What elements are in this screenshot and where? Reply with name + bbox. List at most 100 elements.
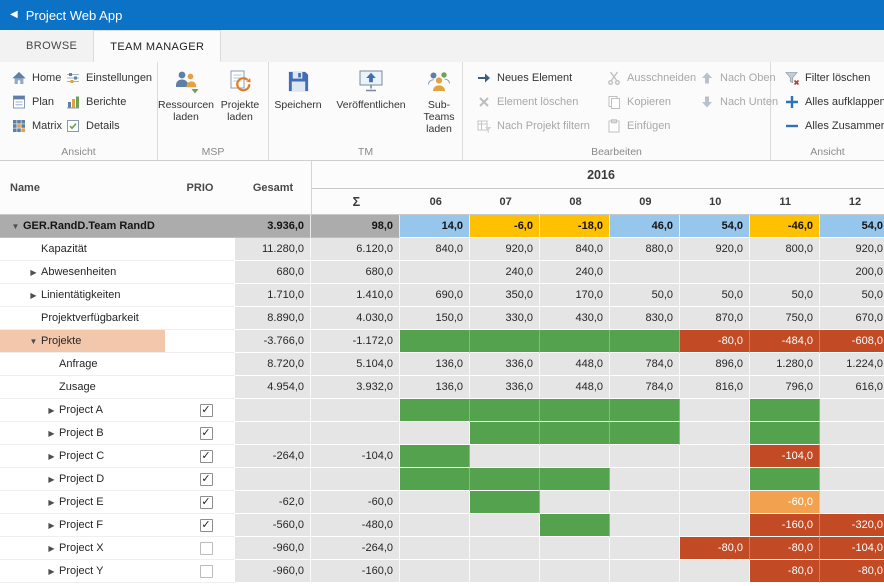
copy-button[interactable]: Kopieren [603,91,674,113]
sum-cell[interactable] [311,422,400,445]
gesamt-cell[interactable]: -3.766,0 [235,330,311,353]
row-name-cell[interactable]: ▶ Project B [0,422,165,445]
month-cell[interactable]: 50,0 [750,284,820,307]
new-item-button[interactable]: Neues Element [473,67,575,89]
month-cell[interactable]: 800,0 [750,238,820,261]
tab-team-manager[interactable]: TEAM MANAGER [93,30,222,62]
month-cell[interactable] [470,560,540,583]
reports-button[interactable]: Berichte [62,91,129,113]
month-cell[interactable] [750,399,820,422]
sum-cell[interactable] [311,468,400,491]
month-cell[interactable]: -80,0 [680,330,750,353]
month-cell[interactable]: -80,0 [820,560,884,583]
month-cell[interactable]: 350,0 [470,284,540,307]
move-up-button[interactable]: Nach Oben [696,67,779,89]
sum-cell[interactable]: -1.172,0 [311,330,400,353]
month-cell[interactable]: -18,0 [540,215,610,238]
gesamt-cell[interactable]: -960,0 [235,537,311,560]
month-cell[interactable]: 240,0 [470,261,540,284]
month-cell[interactable] [540,330,610,353]
expand-arrow-icon[interactable]: ▶ [44,498,59,507]
month-cell[interactable]: 136,0 [400,376,470,399]
sum-cell[interactable]: 6.120,0 [311,238,400,261]
row-name-cell[interactable]: ▶ Abwesenheiten [0,261,165,284]
month-cell[interactable]: 46,0 [610,215,680,238]
tab-browse[interactable]: BROWSE [10,30,93,62]
plan-button[interactable]: Plan [8,91,57,113]
month-cell[interactable] [470,399,540,422]
expand-arrow-icon[interactable]: ▶ [44,406,59,415]
month-cell[interactable]: 670,0 [820,307,884,330]
month-cell[interactable]: -104,0 [750,445,820,468]
gesamt-cell[interactable]: -560,0 [235,514,311,537]
details-button[interactable]: Details [62,115,123,137]
expand-arrow-icon[interactable]: ▶ [44,429,59,438]
month-cell[interactable] [470,422,540,445]
month-cell[interactable] [610,399,680,422]
row-name-cell[interactable]: ▼ Projekte [0,330,165,353]
month-cell[interactable]: 150,0 [400,307,470,330]
prio-checkbox[interactable]: ✓ [199,426,213,440]
collapse-arrow-icon[interactable]: ▼ [26,337,41,346]
month-cell[interactable]: -80,0 [680,537,750,560]
month-cell[interactable]: 50,0 [680,284,750,307]
row-name-cell[interactable]: Projektverfügbarkeit [0,307,165,330]
month-cell[interactable]: -80,0 [750,537,820,560]
month-cell[interactable]: -104,0 [820,537,884,560]
month-cell[interactable]: 1.224,0 [820,353,884,376]
month-cell[interactable] [610,514,680,537]
month-cell[interactable]: -320,0 [820,514,884,537]
row-name-cell[interactable]: ▶ Linientätigkeiten [0,284,165,307]
month-cell[interactable] [470,514,540,537]
clear-filter-button[interactable]: Filter löschen [781,67,873,89]
month-cell[interactable] [540,468,610,491]
month-cell[interactable] [400,468,470,491]
month-cell[interactable]: -60,0 [750,491,820,514]
month-cell[interactable]: 448,0 [540,376,610,399]
month-cell[interactable]: 920,0 [820,238,884,261]
prio-checkbox[interactable]: ✓ [199,449,213,463]
month-cell[interactable]: -6,0 [470,215,540,238]
month-cell[interactable] [680,422,750,445]
gesamt-cell[interactable]: 1.710,0 [235,284,311,307]
month-cell[interactable]: -484,0 [750,330,820,353]
gesamt-cell[interactable]: -264,0 [235,445,311,468]
month-cell[interactable]: 880,0 [610,238,680,261]
month-cell[interactable]: 784,0 [610,376,680,399]
expand-arrow-icon[interactable]: ▶ [44,521,59,530]
row-name-cell[interactable]: Zusage [0,376,165,399]
month-cell[interactable] [400,330,470,353]
filter-by-project-button[interactable]: Nach Projekt filtern [473,115,593,137]
prio-checkbox[interactable] [199,541,213,555]
month-cell[interactable] [610,261,680,284]
month-cell[interactable] [680,491,750,514]
sum-cell[interactable]: -104,0 [311,445,400,468]
row-name-cell[interactable]: Kapazität [0,238,165,261]
expand-arrow-icon[interactable]: ▶ [44,544,59,553]
collapse-arrow-icon[interactable]: ▼ [8,222,23,231]
row-name-cell[interactable]: ▶ Project D [0,468,165,491]
delete-item-button[interactable]: Element löschen [473,91,581,113]
sum-cell[interactable]: 5.104,0 [311,353,400,376]
month-cell[interactable]: 840,0 [400,238,470,261]
month-cell[interactable] [680,445,750,468]
month-cell[interactable]: 50,0 [610,284,680,307]
expand-arrow-icon[interactable]: ▶ [44,567,59,576]
row-name-cell[interactable]: ▶ Project A [0,399,165,422]
prio-checkbox[interactable]: ✓ [199,495,213,509]
move-down-button[interactable]: Nach Unten [696,91,781,113]
load-resources-button[interactable]: Ressourcen laden [158,65,214,123]
gesamt-cell[interactable] [235,399,311,422]
month-cell[interactable] [540,422,610,445]
month-cell[interactable] [680,261,750,284]
sum-cell[interactable]: 98,0 [311,215,400,238]
month-cell[interactable]: 54,0 [820,215,884,238]
month-cell[interactable] [540,514,610,537]
month-cell[interactable]: 430,0 [540,307,610,330]
expand-arrow-icon[interactable]: ▶ [44,452,59,461]
month-cell[interactable] [750,468,820,491]
sum-cell[interactable]: 3.932,0 [311,376,400,399]
row-name-cell[interactable]: ▶ Project X [0,537,165,560]
month-cell[interactable]: 796,0 [750,376,820,399]
gesamt-cell[interactable]: -62,0 [235,491,311,514]
